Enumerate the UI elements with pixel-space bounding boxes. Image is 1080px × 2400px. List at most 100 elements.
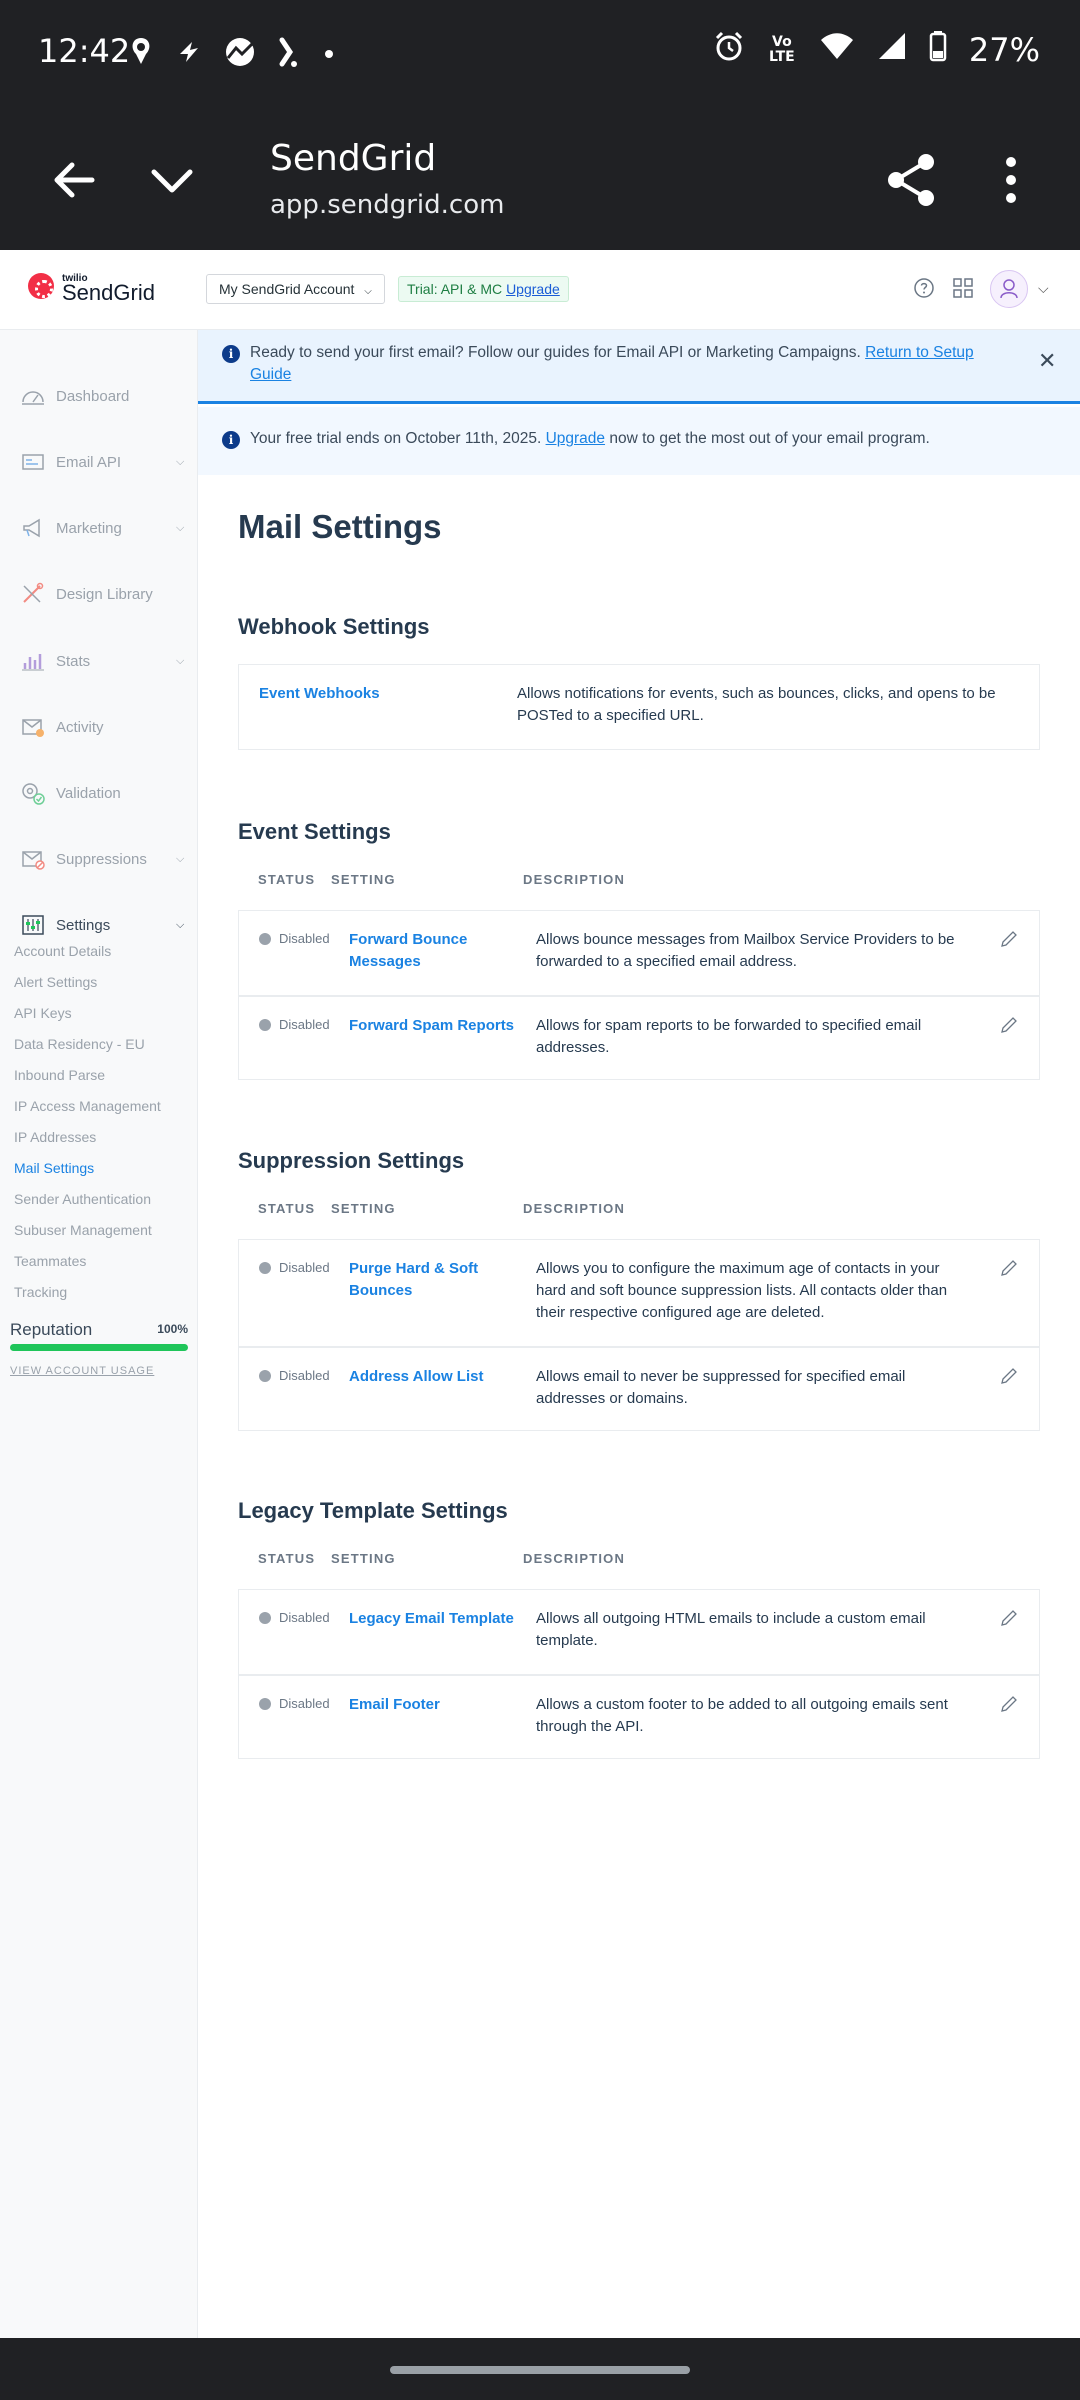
user-avatar[interactable] <box>990 270 1028 308</box>
navigation-bar <box>0 2338 1080 2400</box>
minimize-chevron-icon[interactable] <box>142 150 202 210</box>
sidebar-item-suppressions[interactable]: Suppressions ⌵ <box>0 839 198 879</box>
setup-banner-message: Ready to send your first email? Follow o… <box>250 344 861 361</box>
event-webhooks-description: Allows notifications for events, such as… <box>517 685 996 724</box>
edit-pencil-icon[interactable] <box>999 1015 1019 1035</box>
edit-pencil-icon[interactable] <box>999 1258 1019 1278</box>
battery-percent: 27% <box>968 31 1040 69</box>
sidebar-subitem-inbound-parse[interactable]: Inbound Parse <box>14 1067 105 1083</box>
trial-badge-text: Trial: API & MC <box>407 281 503 297</box>
setting-link[interactable]: Purge Hard & Soft Bounces <box>349 1258 529 1302</box>
suppression-settings-card: Disabled Purge Hard & Soft Bounces Allow… <box>238 1239 1040 1431</box>
trial-badge: Trial: API & MC Upgrade <box>398 276 569 302</box>
account-switcher[interactable]: My SendGrid Account ⌵ <box>206 274 385 304</box>
sidebar-item-dashboard[interactable]: Dashboard <box>0 376 198 416</box>
setting-link[interactable]: Forward Bounce Messages <box>349 929 529 973</box>
sidebar-subitem-tracking[interactable]: Tracking <box>14 1284 67 1300</box>
system-icons: Vo LTE 27% <box>713 30 1040 70</box>
gauge-icon <box>20 384 46 408</box>
trial-banner-upgrade-link[interactable]: Upgrade <box>546 430 605 447</box>
chevron-down-icon: ⌵ <box>176 852 185 865</box>
trial-upgrade-link[interactable]: Upgrade <box>506 281 560 297</box>
web-page: twilio SendGrid My SendGrid Account ⌵ Tr… <box>0 250 1080 2338</box>
dot-icon <box>322 36 336 76</box>
chevron-down-icon: ⌵ <box>364 286 372 297</box>
sidebar-subitem-ip-addresses[interactable]: IP Addresses <box>14 1129 96 1145</box>
validation-icon <box>20 781 46 805</box>
email-api-icon <box>20 450 46 474</box>
trial-banner-post: now to get the most out of your email pr… <box>609 430 930 447</box>
sidebar-subitem-sender-authentication[interactable]: Sender Authentication <box>14 1191 151 1207</box>
column-description: DESCRIPTION <box>523 1201 626 1216</box>
help-icon[interactable] <box>912 276 936 300</box>
edit-pencil-icon[interactable] <box>999 1608 1019 1628</box>
user-menu-chevron-icon[interactable]: ⌵ <box>1038 280 1049 297</box>
reputation-widget: Reputation 100% VIEW ACCOUNT USAGE <box>10 1320 188 1377</box>
more-options-icon[interactable] <box>986 150 1036 210</box>
setting-description: Allows email to never be suppressed for … <box>536 1368 906 1407</box>
share-icon[interactable] <box>880 148 944 212</box>
settings-icon <box>20 913 46 937</box>
app-k-icon <box>278 36 300 76</box>
sidebar-subitem-account-details[interactable]: Account Details <box>14 943 111 959</box>
sidebar-item-label: Settings <box>56 916 111 934</box>
stats-icon <box>20 649 46 673</box>
setting-description: Allows all outgoing HTML emails to inclu… <box>536 1610 926 1649</box>
column-status: STATUS <box>258 872 316 887</box>
column-description: DESCRIPTION <box>523 1551 626 1566</box>
account-switcher-label: My SendGrid Account <box>219 281 355 297</box>
setting-link[interactable]: Legacy Email Template <box>349 1608 539 1630</box>
sidebar-item-email-api[interactable]: Email API ⌵ <box>0 442 198 482</box>
chevron-down-icon: ⌵ <box>176 654 185 667</box>
trial-banner-pre: Your free trial ends on October 11th, 20… <box>250 430 542 447</box>
status-badge: Disabled <box>259 1368 330 1383</box>
sidebar-subitem-teammates[interactable]: Teammates <box>14 1253 86 1269</box>
megaphone-icon <box>20 516 46 540</box>
edit-pencil-icon[interactable] <box>999 929 1019 949</box>
sidebar-subitem-ip-access-management[interactable]: IP Access Management <box>14 1098 161 1114</box>
event-settings-heading: Event Settings <box>238 819 391 844</box>
flash-icon <box>176 36 202 76</box>
status-badge: Disabled <box>259 1696 330 1711</box>
info-icon: i <box>222 345 240 363</box>
sidebar-subitem-data-residency[interactable]: Data Residency - EU <box>14 1036 145 1052</box>
sidebar-subitem-alert-settings[interactable]: Alert Settings <box>14 974 97 990</box>
sidebar-subitem-api-keys[interactable]: API Keys <box>14 1005 72 1021</box>
page-title: Mail Settings <box>238 508 442 545</box>
sidebar-subitem-mail-settings[interactable]: Mail Settings <box>14 1160 94 1176</box>
home-gesture-handle[interactable] <box>390 2366 690 2374</box>
view-account-usage-link[interactable]: VIEW ACCOUNT USAGE <box>10 1365 188 1377</box>
sidebar-item-stats[interactable]: Stats ⌵ <box>0 641 198 681</box>
sidebar: Dashboard Email API ⌵ Marketing ⌵ Design… <box>0 330 198 2338</box>
setting-description: Allows for spam reports to be forwarded … <box>536 1017 922 1056</box>
table-row: Disabled Purge Hard & Soft Bounces Allow… <box>239 1240 1039 1347</box>
close-icon[interactable]: ✕ <box>1038 348 1056 374</box>
apps-grid-icon[interactable] <box>951 276 975 300</box>
sidebar-item-marketing[interactable]: Marketing ⌵ <box>0 508 198 548</box>
webhook-settings-heading: Webhook Settings <box>238 614 430 639</box>
browser-url[interactable]: app.sendgrid.com <box>270 190 504 220</box>
sidebar-item-validation[interactable]: Validation <box>0 773 198 813</box>
sidebar-item-activity[interactable]: Activity <box>0 707 198 747</box>
edit-pencil-icon[interactable] <box>999 1694 1019 1714</box>
sidebar-item-settings[interactable]: Settings ⌵ <box>0 905 198 945</box>
sidebar-subitem-subuser-management[interactable]: Subuser Management <box>14 1222 152 1238</box>
sendgrid-logo[interactable]: twilio SendGrid <box>28 272 155 304</box>
status-badge: Disabled <box>259 1610 330 1625</box>
edit-pencil-icon[interactable] <box>999 1366 1019 1386</box>
setting-link[interactable]: Address Allow List <box>349 1366 529 1388</box>
setting-link[interactable]: Forward Spam Reports <box>349 1015 539 1037</box>
volte-icon: Vo LTE <box>769 34 795 65</box>
trial-banner-text: Your free trial ends on October 11th, 20… <box>250 428 1050 450</box>
reputation-bar-fill <box>10 1344 188 1351</box>
browser-toolbar: SendGrid app.sendgrid.com <box>0 110 1080 250</box>
legacy-template-settings-card: Disabled Legacy Email Template Allows al… <box>238 1589 1040 1759</box>
event-webhooks-link[interactable]: Event Webhooks <box>259 683 439 705</box>
column-description: DESCRIPTION <box>523 872 626 887</box>
setting-link[interactable]: Email Footer <box>349 1694 529 1716</box>
sidebar-item-design-library[interactable]: Design Library <box>0 574 198 614</box>
sidebar-item-label: Activity <box>56 718 104 736</box>
back-arrow-icon[interactable] <box>44 150 104 210</box>
table-row: Disabled Legacy Email Template Allows al… <box>239 1590 1039 1675</box>
setting-description: Allows you to configure the maximum age … <box>536 1260 948 1321</box>
